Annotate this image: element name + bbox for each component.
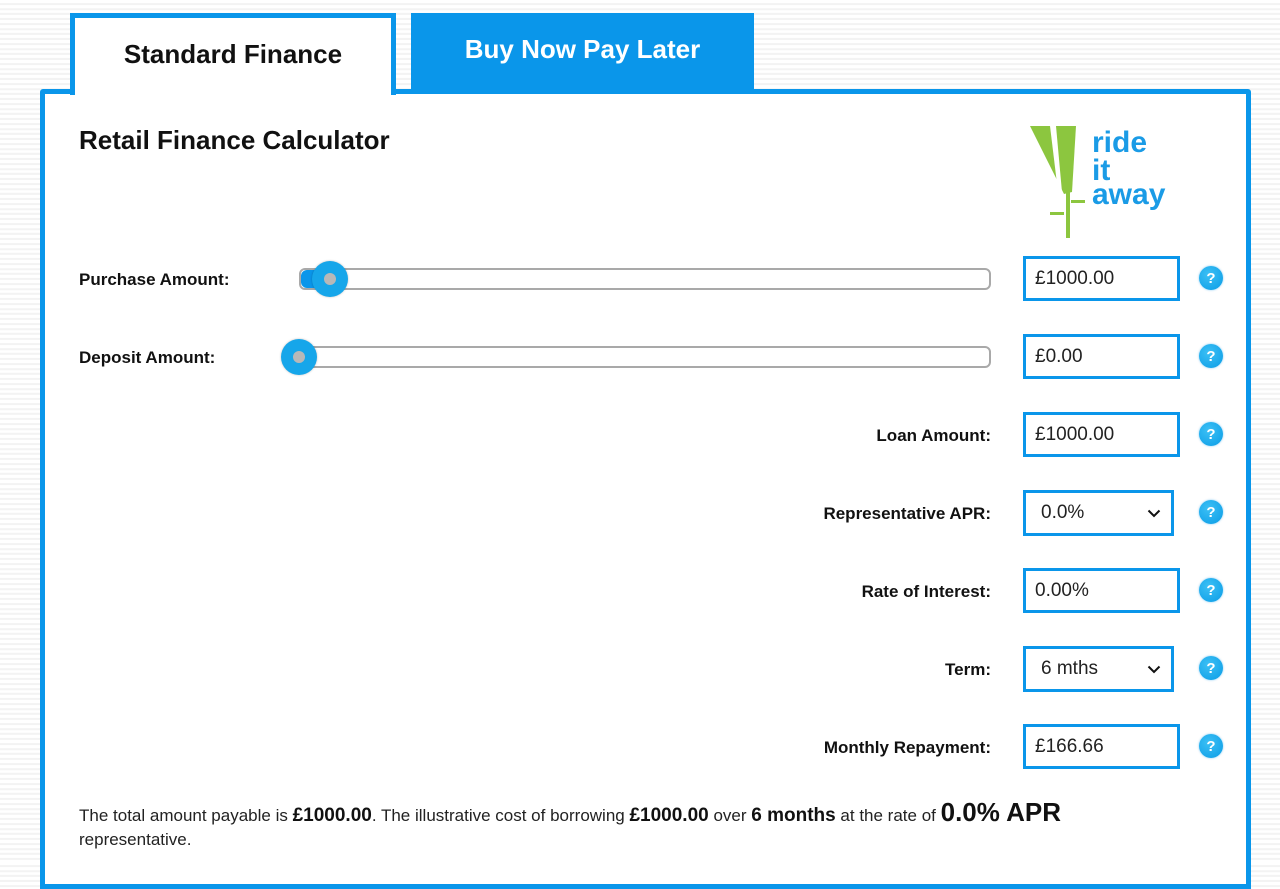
tab-standard-finance[interactable]: Standard Finance bbox=[70, 13, 396, 95]
chevron-down-icon bbox=[1137, 665, 1171, 674]
interest-label: Rate of Interest: bbox=[861, 582, 991, 601]
summary-term: 6 months bbox=[751, 805, 836, 826]
apr-help-icon[interactable]: ? bbox=[1199, 500, 1223, 524]
loan-amount-input[interactable] bbox=[1023, 412, 1180, 457]
purchase-amount-label: Purchase Amount: bbox=[79, 270, 230, 289]
slider-track bbox=[299, 268, 991, 290]
term-label: Term: bbox=[945, 660, 991, 679]
slider-thumb[interactable] bbox=[312, 261, 349, 297]
purchase-amount-input[interactable] bbox=[1023, 256, 1180, 301]
ride-it-away-logo: ride it away bbox=[1028, 122, 1188, 240]
page-title: Retail Finance Calculator bbox=[79, 125, 390, 155]
apr-label: Representative APR: bbox=[823, 504, 991, 523]
monthly-repayment-label: Monthly Repayment: bbox=[823, 738, 991, 757]
purchase-help-icon[interactable]: ? bbox=[1199, 266, 1223, 290]
deposit-help-icon[interactable]: ? bbox=[1199, 344, 1223, 368]
loan-help-icon[interactable]: ? bbox=[1199, 422, 1223, 446]
apr-selected-value: 0.0% bbox=[1041, 502, 1085, 523]
tab-label: Standard Finance bbox=[123, 39, 343, 69]
tab-buy-now-pay-later[interactable]: Buy Now Pay Later bbox=[411, 13, 754, 91]
term-selected-value: 6 mths bbox=[1041, 658, 1099, 679]
loan-amount-label: Loan Amount: bbox=[876, 426, 991, 445]
interest-rate-input[interactable] bbox=[1023, 568, 1180, 613]
term-help-icon[interactable]: ? bbox=[1199, 656, 1223, 680]
monthly-help-icon[interactable]: ? bbox=[1199, 734, 1223, 758]
total-payable: £1000.00 bbox=[292, 805, 372, 826]
slider-thumb[interactable] bbox=[281, 339, 317, 375]
term-select[interactable]: 6 mths bbox=[1023, 646, 1174, 692]
slider-track bbox=[299, 346, 991, 368]
interest-help-icon[interactable]: ? bbox=[1199, 578, 1223, 602]
deposit-amount-slider[interactable] bbox=[281, 339, 991, 375]
apr-select[interactable]: 0.0% bbox=[1023, 490, 1174, 536]
svg-text:away: away bbox=[1092, 178, 1166, 211]
chevron-down-icon bbox=[1137, 509, 1171, 518]
tab-label: Buy Now Pay Later bbox=[464, 33, 701, 64]
deposit-amount-input[interactable] bbox=[1023, 334, 1180, 379]
logo-icon: ride it away bbox=[1030, 126, 1166, 238]
purchase-amount-slider[interactable] bbox=[299, 261, 991, 297]
monthly-repayment-input[interactable] bbox=[1023, 724, 1180, 769]
deposit-amount-label: Deposit Amount: bbox=[79, 348, 216, 367]
finance-summary: The total amount payable is £1000.00. Th… bbox=[79, 797, 1062, 849]
cost-of-borrowing: £1000.00 bbox=[629, 805, 709, 826]
tab-connector bbox=[75, 86, 391, 96]
summary-apr: 0.0% APR bbox=[940, 797, 1062, 827]
